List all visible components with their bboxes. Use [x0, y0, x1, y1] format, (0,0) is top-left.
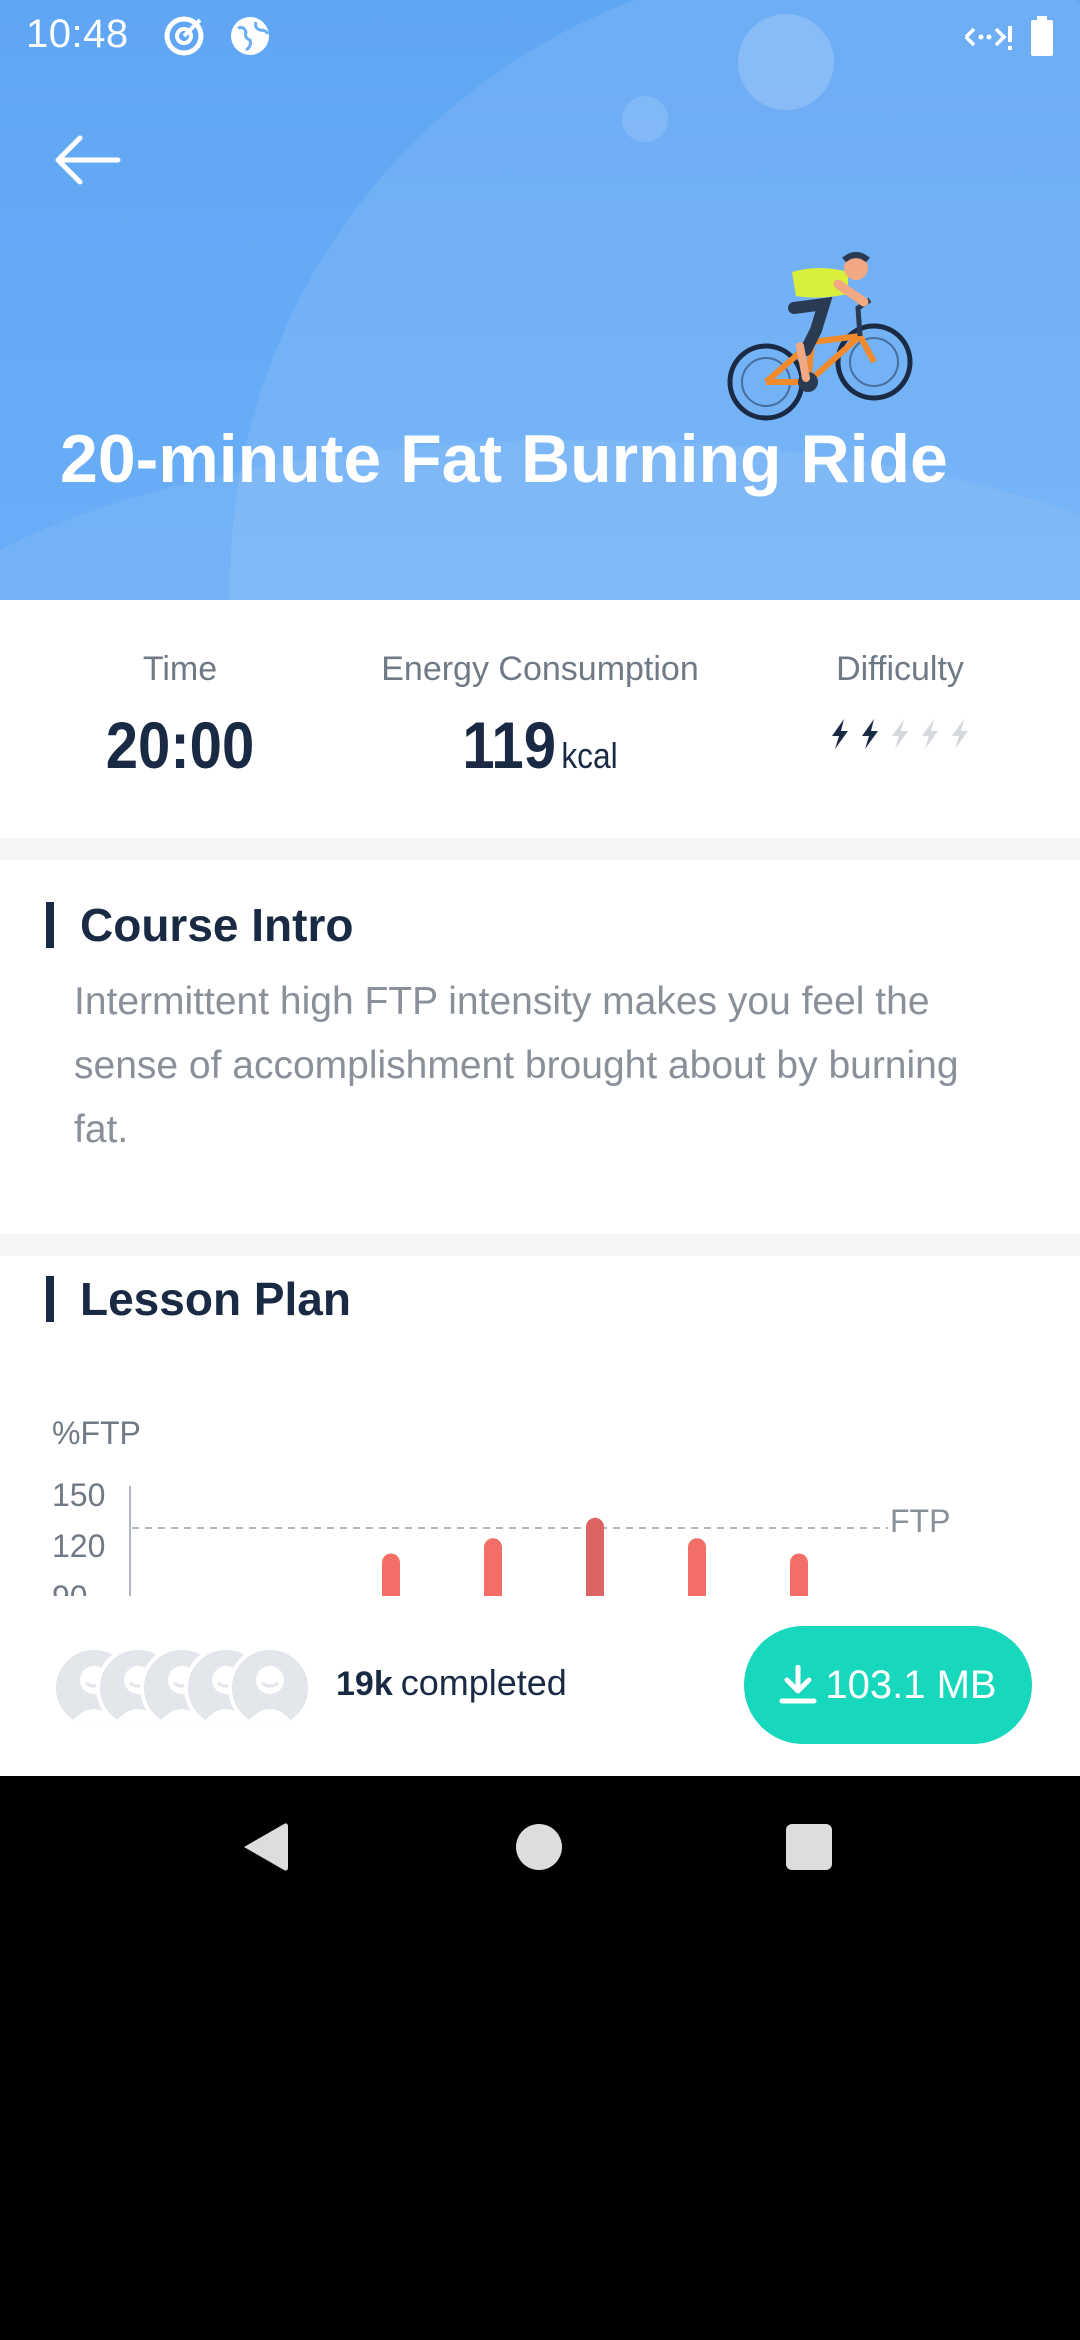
home-circle-icon[interactable] [514, 1822, 564, 1872]
stat-energy-value-row: 119 kcal [382, 707, 699, 783]
chart-ylabel: %FTP [52, 1415, 141, 1451]
lesson-plan-title: Lesson Plan [80, 1273, 351, 1325]
heading-accent-bar [46, 902, 54, 948]
battery-icon [1031, 16, 1053, 56]
course-intro-title: Course Intro [80, 899, 354, 951]
bolt-filled-icon [832, 719, 848, 749]
avatar [228, 1646, 312, 1730]
bolt-empty-icon [922, 719, 938, 749]
back-arrow-icon[interactable] [50, 128, 130, 192]
network-signal-icon [964, 26, 1012, 50]
globe-icon [231, 17, 270, 55]
bolt-filled-icon [862, 719, 878, 749]
section-divider [0, 838, 1080, 860]
chart-bar-interval [586, 1517, 604, 1598]
target-icon [164, 16, 204, 56]
chart-y-tick: 150 [52, 1477, 105, 1513]
download-icon [779, 1665, 817, 1704]
lesson-plan-chart: %FTP 15012090 FTP [52, 1415, 950, 1598]
course-intro-text: Intermittent high FTP intensity makes yo… [74, 980, 959, 1151]
chart-y-tick: 120 [52, 1528, 105, 1564]
chart-bar-interval [382, 1553, 400, 1598]
stat-time: Time 20:00 [80, 650, 280, 783]
recents-square-icon[interactable] [786, 1824, 832, 1870]
stat-difficulty: Difficulty [800, 650, 1000, 749]
course-stats: Time 20:00 Energy Consumption 119 kcal Di… [0, 600, 1080, 838]
status-bar: 10:48 [0, 0, 1080, 72]
background-bubble [622, 96, 668, 142]
stat-energy: Energy Consumption 119 kcal [360, 650, 720, 783]
bolt-empty-icon [892, 719, 908, 749]
ftp-label: FTP [890, 1503, 950, 1539]
stat-difficulty-label: Difficulty [836, 650, 964, 688]
bolt-empty-icon [952, 719, 968, 749]
participant-avatars [52, 1646, 322, 1730]
system-nav-bar [0, 1776, 1080, 1916]
back-triangle-icon[interactable] [240, 1820, 290, 1874]
chart-bar-interval [484, 1538, 502, 1598]
hero-header: 10:48 20-minute Fat Burning Ride [0, 0, 1080, 600]
course-intro-heading: Course Intro [46, 898, 353, 952]
status-time: 10:48 [26, 12, 129, 56]
stat-energy-unit: kcal [561, 735, 618, 776]
lesson-plan-heading: Lesson Plan [46, 1272, 351, 1326]
cyclist-illustration [727, 252, 913, 421]
stat-time-value: 20:00 [105, 708, 255, 782]
download-button[interactable]: 103.1 MB [744, 1626, 1032, 1744]
completed-label: completed [400, 1662, 567, 1703]
course-footer: 19k completed 103.1 MB [0, 1596, 1080, 1776]
stat-time-label: Time [142, 650, 218, 688]
section-divider [0, 1234, 1080, 1256]
completed-count: 19k completed [336, 1662, 567, 1704]
completed-number: 19k [336, 1665, 393, 1703]
chart-bar-interval [688, 1538, 706, 1598]
difficulty-rating [800, 719, 1000, 749]
chart-bar-interval [790, 1553, 808, 1598]
download-size: 103.1 MB [825, 1662, 997, 1707]
stat-energy-label: Energy Consumption [381, 650, 699, 688]
heading-accent-bar [46, 1276, 54, 1322]
course-title: 20-minute Fat Burning Ride [60, 421, 948, 497]
stat-energy-value: 119 [462, 708, 557, 782]
